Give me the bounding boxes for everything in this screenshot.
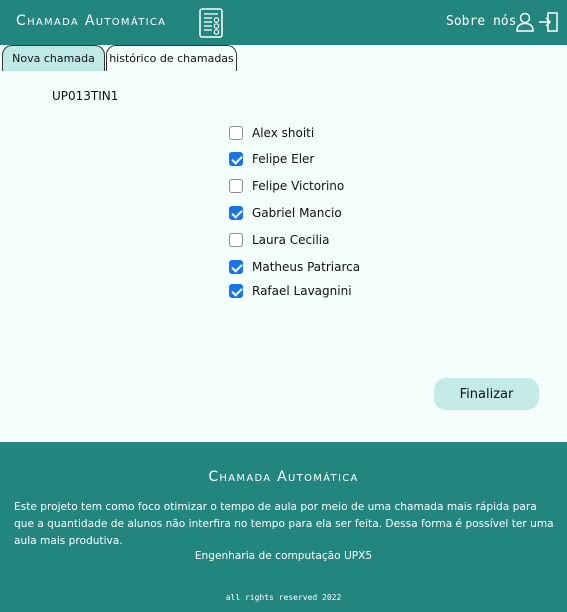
attendance-checkbox[interactable] bbox=[229, 284, 243, 298]
footer: Chamada Automática Este projeto tem como… bbox=[0, 442, 567, 612]
student-row[interactable]: Laura Cecilia bbox=[229, 231, 329, 249]
footer-course: Engenharia de computação UPX5 bbox=[194, 550, 373, 562]
student-name: Alex shoiti bbox=[252, 126, 315, 140]
about-link[interactable]: Sobre nós bbox=[446, 14, 516, 29]
student-name: Gabriel Mancio bbox=[252, 206, 342, 220]
student-row[interactable]: Felipe Eler bbox=[229, 150, 314, 168]
class-code: UP013TIN1 bbox=[52, 89, 119, 103]
student-name: Felipe Eler bbox=[252, 152, 315, 166]
attendance-checkbox[interactable] bbox=[229, 206, 243, 220]
tab-new-call[interactable]: Nova chamada bbox=[2, 45, 105, 71]
student-row[interactable]: Rafael Lavagnini bbox=[229, 282, 352, 300]
top-navbar: Chamada Automática Sobre nós bbox=[0, 0, 567, 45]
footer-rights: all rights reserved 2022 bbox=[225, 593, 342, 602]
brand-title[interactable]: Chamada Automática bbox=[16, 13, 166, 29]
logout-icon[interactable] bbox=[538, 12, 558, 32]
student-name: Rafael Lavagnini bbox=[252, 284, 352, 298]
student-row[interactable]: Matheus Patriarca bbox=[229, 258, 360, 276]
student-name: Matheus Patriarca bbox=[252, 260, 361, 274]
user-icon[interactable] bbox=[516, 12, 534, 32]
footer-brand: Chamada Automática bbox=[208, 469, 359, 485]
finish-button[interactable]: Finalizar bbox=[434, 378, 539, 410]
checklist-icon bbox=[199, 8, 223, 38]
footer-description: Este projeto tem como foco otimizar o te… bbox=[14, 501, 554, 547]
attendance-checkbox[interactable] bbox=[229, 260, 243, 274]
student-row[interactable]: Gabriel Mancio bbox=[229, 204, 342, 222]
attendance-checkbox[interactable] bbox=[229, 126, 243, 140]
student-name: Laura Cecilia bbox=[252, 233, 330, 247]
attendance-checkbox[interactable] bbox=[229, 179, 243, 193]
tab-call-history[interactable]: histórico de chamadas bbox=[106, 45, 237, 71]
attendance-checkbox[interactable] bbox=[229, 152, 243, 166]
attendance-checkbox[interactable] bbox=[229, 233, 243, 247]
student-row[interactable]: Felipe Victorino bbox=[229, 177, 344, 195]
student-name: Felipe Victorino bbox=[252, 179, 345, 193]
student-row[interactable]: Alex shoiti bbox=[229, 124, 314, 142]
